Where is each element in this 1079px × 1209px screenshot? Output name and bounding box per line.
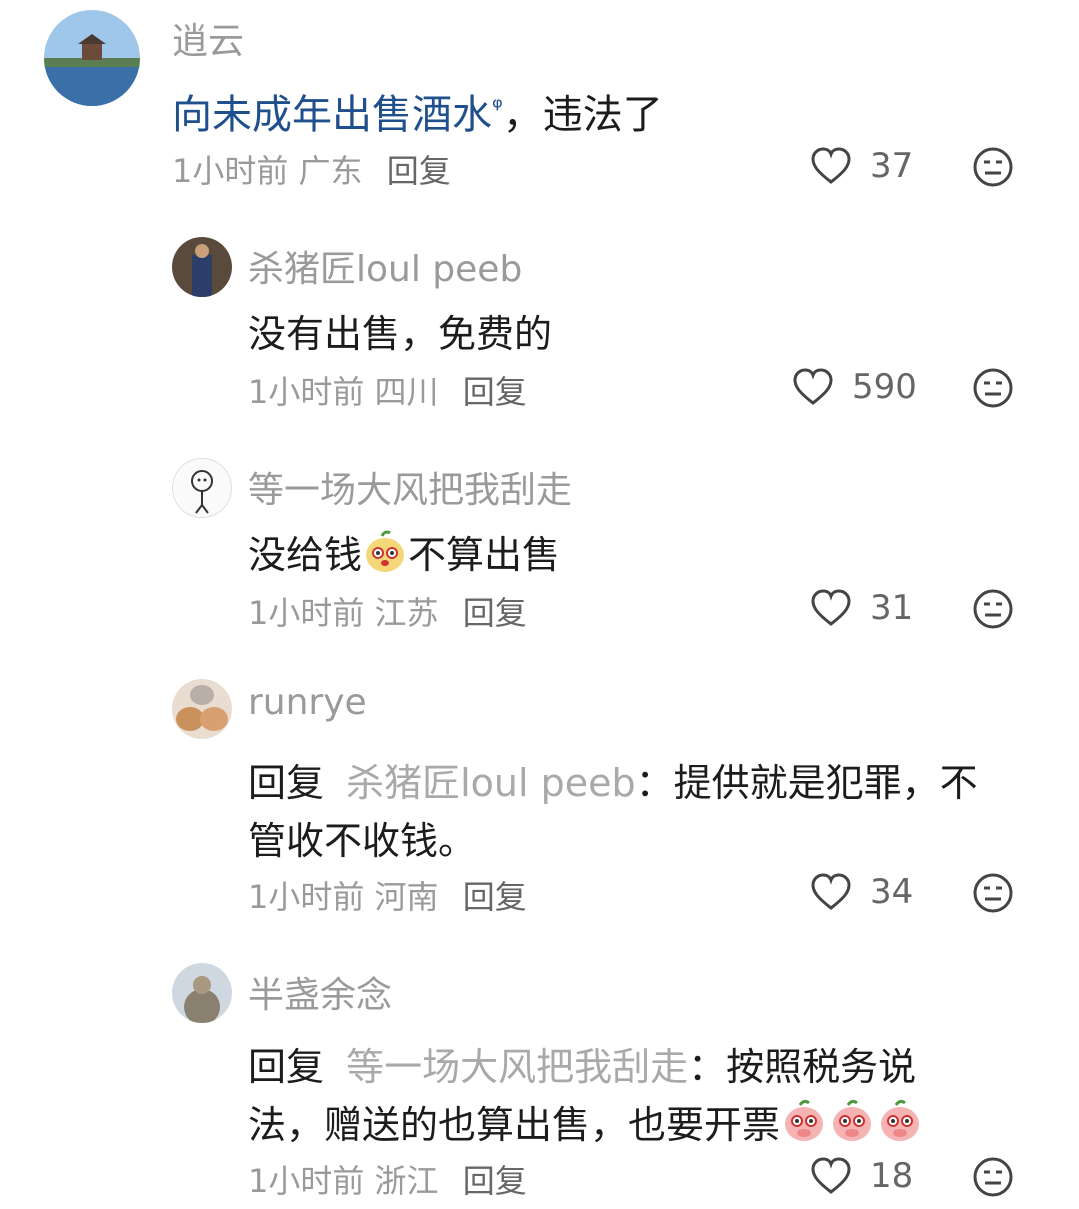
location: 江苏 bbox=[374, 594, 439, 632]
search-link[interactable]: 向未成年出售酒水 bbox=[172, 92, 492, 138]
reply-prefix: 回复 bbox=[248, 1045, 325, 1089]
comment-meta: 1小时前 广东 回复 bbox=[172, 146, 451, 192]
heart-outline-icon bbox=[811, 873, 851, 910]
comment-text: 没有出售，免费的 bbox=[248, 312, 553, 356]
timestamp: 1小时前 bbox=[248, 878, 365, 916]
comment-text: 回复 杀猪匠loul peeb：提供就是犯罪，不 bbox=[248, 761, 978, 805]
comment-text-line2: 法，赠送的也算出售，也要开票 bbox=[248, 1094, 924, 1149]
location: 河南 bbox=[374, 878, 439, 916]
dislike-button[interactable] bbox=[972, 1156, 1014, 1202]
reply-button[interactable]: 回复 bbox=[463, 878, 527, 916]
reply-button[interactable]: 回复 bbox=[463, 373, 527, 411]
like-button[interactable]: 590 bbox=[792, 367, 917, 407]
neutral-face-icon bbox=[973, 368, 1013, 408]
timestamp: 1小时前 bbox=[248, 373, 365, 411]
neutral-face-icon bbox=[973, 147, 1013, 187]
username[interactable]: 等一场大风把我刮走 bbox=[248, 461, 572, 513]
comment-meta: 1小时前 浙江 回复 bbox=[248, 1156, 527, 1202]
comment-text-line2: 管收不收钱。 bbox=[248, 819, 477, 863]
username[interactable]: 杀猪匠loul peeb bbox=[248, 240, 522, 292]
peach-emoji-icon bbox=[881, 1099, 920, 1141]
username[interactable]: runrye bbox=[248, 682, 367, 723]
reply-button[interactable]: 回复 bbox=[463, 1162, 527, 1200]
heart-outline-icon bbox=[811, 147, 851, 184]
peach-emoji-icon bbox=[785, 1099, 824, 1141]
avatar[interactable] bbox=[172, 458, 232, 518]
dislike-button[interactable] bbox=[972, 367, 1014, 413]
like-button[interactable]: 18 bbox=[810, 1156, 913, 1196]
mention-link[interactable]: 等一场大风把我刮走 bbox=[346, 1045, 688, 1089]
like-count: 18 bbox=[870, 1156, 914, 1196]
heart-outline-icon bbox=[811, 589, 851, 626]
location: 广东 bbox=[298, 152, 363, 190]
mention-link[interactable]: 杀猪匠loul peeb bbox=[346, 761, 636, 805]
avatar[interactable] bbox=[172, 679, 232, 739]
peach-emoji-icon bbox=[833, 1099, 872, 1141]
timestamp: 1小时前 bbox=[248, 594, 365, 632]
like-button[interactable]: 31 bbox=[810, 588, 913, 628]
pear-emoji-icon bbox=[366, 530, 405, 572]
username[interactable]: 逍云 bbox=[172, 12, 244, 64]
avatar[interactable] bbox=[172, 237, 232, 297]
timestamp: 1小时前 bbox=[248, 1162, 365, 1200]
neutral-face-icon bbox=[973, 1157, 1013, 1197]
reply-button[interactable]: 回复 bbox=[463, 594, 527, 632]
heart-outline-icon bbox=[793, 368, 833, 405]
location: 四川 bbox=[374, 373, 439, 411]
avatar[interactable] bbox=[172, 963, 232, 1023]
dislike-button[interactable] bbox=[972, 872, 1014, 918]
location: 浙江 bbox=[374, 1162, 439, 1200]
neutral-face-icon bbox=[973, 873, 1013, 913]
search-icon[interactable]: ᵠ bbox=[492, 93, 503, 123]
comment-meta: 1小时前 四川 回复 bbox=[248, 367, 527, 413]
avatar[interactable] bbox=[44, 10, 140, 106]
neutral-face-icon bbox=[973, 589, 1013, 629]
like-count: 590 bbox=[852, 367, 917, 407]
comment-text: 没给钱 不算出售 bbox=[248, 524, 560, 579]
like-count: 31 bbox=[870, 588, 914, 628]
like-button[interactable]: 34 bbox=[810, 872, 913, 912]
username[interactable]: 半盏余念 bbox=[248, 966, 392, 1018]
like-button[interactable]: 37 bbox=[810, 146, 913, 186]
heart-outline-icon bbox=[811, 1157, 851, 1194]
timestamp: 1小时前 bbox=[172, 152, 289, 190]
comment-text: 向未成年出售酒水ᵠ，违法了 bbox=[172, 92, 663, 138]
reply-prefix: 回复 bbox=[248, 761, 325, 805]
reply-button[interactable]: 回复 bbox=[387, 152, 451, 190]
dislike-button[interactable] bbox=[972, 588, 1014, 634]
like-count: 34 bbox=[870, 872, 914, 912]
like-count: 37 bbox=[870, 146, 914, 186]
dislike-button[interactable] bbox=[972, 146, 1014, 192]
comment-text: 回复 等一场大风把我刮走：按照税务说 bbox=[248, 1045, 917, 1089]
comment-meta: 1小时前 河南 回复 bbox=[248, 872, 527, 918]
comment-meta: 1小时前 江苏 回复 bbox=[248, 588, 527, 634]
